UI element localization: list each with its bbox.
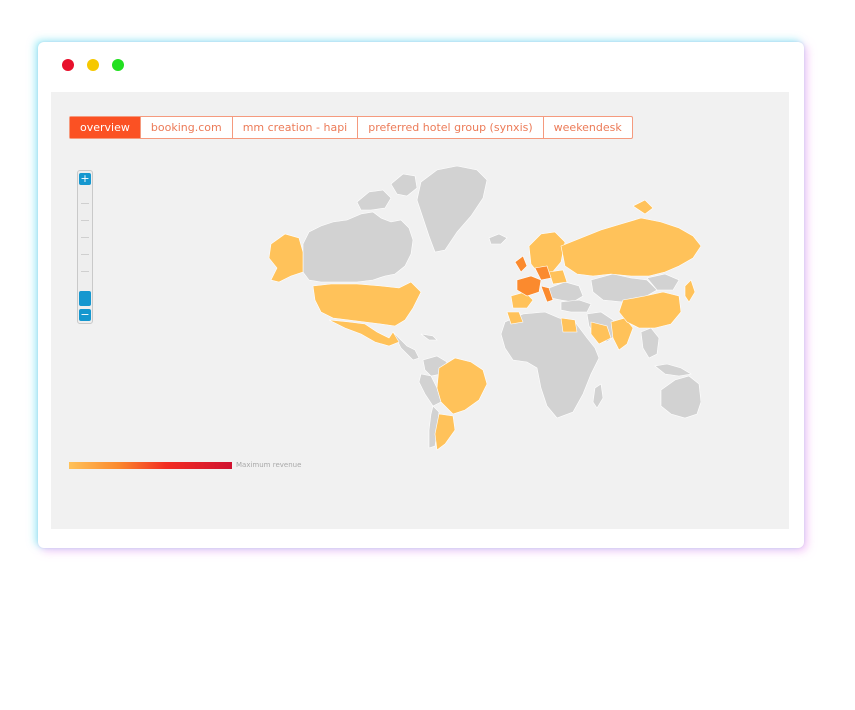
zoom-tick — [81, 203, 89, 204]
zoom-tick — [81, 220, 89, 221]
country-canada-islands[interactable] — [390, 173, 418, 197]
close-window-button[interactable] — [62, 59, 74, 71]
country-turkey[interactable] — [560, 299, 592, 313]
country-greenland[interactable] — [416, 165, 488, 253]
zoom-tick — [81, 271, 89, 272]
minimize-window-button[interactable] — [87, 59, 99, 71]
world-map[interactable] — [261, 162, 701, 452]
country-argentina[interactable] — [434, 413, 456, 451]
zoom-tick — [81, 237, 89, 238]
zoom-slider-handle[interactable] — [79, 291, 91, 306]
revenue-legend-label: Maximum revenue — [236, 461, 302, 469]
country-indonesia[interactable] — [654, 363, 692, 377]
revenue-map-panel: overview booking.com mm creation - hapi … — [51, 92, 789, 529]
country-poland[interactable] — [548, 269, 568, 285]
country-alaska[interactable] — [268, 233, 304, 283]
country-canada-islands[interactable] — [356, 189, 392, 211]
tab-overview[interactable]: overview — [70, 117, 141, 138]
tab-preferred-hotel-group[interactable]: preferred hotel group (synxis) — [358, 117, 544, 138]
tab-mm-creation-hapi[interactable]: mm creation - hapi — [233, 117, 359, 138]
country-africa[interactable] — [500, 311, 600, 419]
country-australia[interactable] — [660, 375, 701, 419]
zoom-in-button[interactable]: + — [79, 173, 91, 185]
country-uk[interactable] — [514, 255, 528, 273]
revenue-legend-bar — [69, 462, 232, 469]
country-madagascar[interactable] — [592, 383, 604, 409]
map-zoom-control: + − — [77, 170, 93, 324]
country-canada[interactable] — [302, 211, 414, 283]
country-egypt[interactable] — [560, 317, 578, 333]
maximize-window-button[interactable] — [112, 59, 124, 71]
zoom-out-button[interactable]: − — [79, 309, 91, 321]
country-russia[interactable] — [560, 217, 701, 277]
country-japan[interactable] — [684, 279, 696, 303]
browser-window: overview booking.com mm creation - hapi … — [38, 42, 804, 548]
zoom-tick — [81, 254, 89, 255]
tab-weekendesk[interactable]: weekendesk — [544, 117, 632, 138]
tab-booking-com[interactable]: booking.com — [141, 117, 233, 138]
country-brazil[interactable] — [436, 357, 488, 415]
country-russia-islands[interactable] — [632, 199, 654, 215]
channel-tabs: overview booking.com mm creation - hapi … — [69, 116, 633, 139]
country-eastern-europe[interactable] — [548, 281, 584, 303]
country-central-america[interactable] — [392, 331, 420, 361]
country-usa[interactable] — [312, 281, 422, 327]
country-caribbean[interactable] — [420, 333, 438, 341]
country-iceland[interactable] — [488, 233, 508, 245]
country-southeast-asia[interactable] — [640, 327, 660, 359]
